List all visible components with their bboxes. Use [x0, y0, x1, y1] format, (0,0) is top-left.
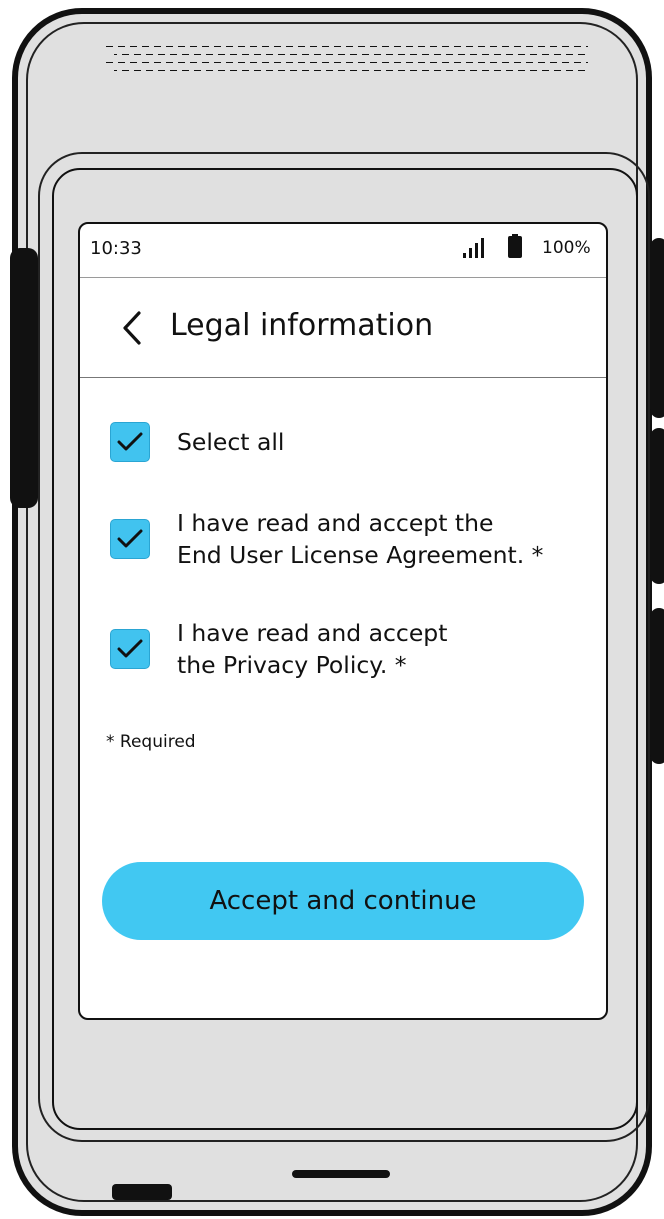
- home-indicator: [292, 1170, 390, 1178]
- microphone-slot: [112, 1184, 172, 1200]
- consent-row-privacy: I have read and accept the Privacy Polic…: [110, 617, 447, 681]
- select-all-checkbox[interactable]: [110, 422, 150, 462]
- privacy-label-line1: I have read and accept: [177, 619, 448, 647]
- signal-bars-icon: [463, 238, 484, 258]
- eula-label: I have read and accept the End User Lice…: [177, 507, 543, 571]
- checkmark-icon: [117, 529, 143, 548]
- privacy-label: I have read and accept the Privacy Polic…: [177, 617, 447, 681]
- app-header: Legal information: [80, 278, 606, 378]
- required-note: * Required: [106, 732, 196, 752]
- side-button-bottom: [650, 608, 664, 764]
- consent-row-eula: I have read and accept the End User Lice…: [110, 507, 543, 571]
- volume-button: [10, 248, 38, 508]
- side-button-top: [650, 238, 664, 418]
- status-time: 10:33: [90, 238, 142, 259]
- checkmark-icon: [117, 639, 143, 658]
- privacy-checkbox[interactable]: [110, 629, 150, 669]
- side-button-middle: [650, 428, 664, 584]
- eula-label-line1: I have read and accept the: [177, 509, 494, 537]
- chevron-left-icon: [123, 311, 141, 345]
- accept-and-continue-button[interactable]: Accept and continue: [102, 862, 584, 940]
- page-title: Legal information: [170, 308, 434, 343]
- select-all-label: Select all: [177, 428, 285, 456]
- battery-full-icon: [508, 234, 522, 258]
- privacy-label-line2: the Privacy Policy. *: [177, 651, 407, 679]
- speaker-grille-icon: [106, 46, 588, 74]
- eula-label-line2: End User License Agreement. *: [177, 541, 544, 569]
- eula-checkbox[interactable]: [110, 519, 150, 559]
- device-screen: 10:33 100% Legal information Select all: [78, 222, 608, 1020]
- consent-row-select-all: Select all: [110, 422, 284, 462]
- battery-level: 100%: [542, 238, 591, 258]
- checkmark-icon: [117, 432, 143, 451]
- back-button[interactable]: [112, 306, 152, 350]
- status-bar: 10:33 100%: [80, 224, 606, 278]
